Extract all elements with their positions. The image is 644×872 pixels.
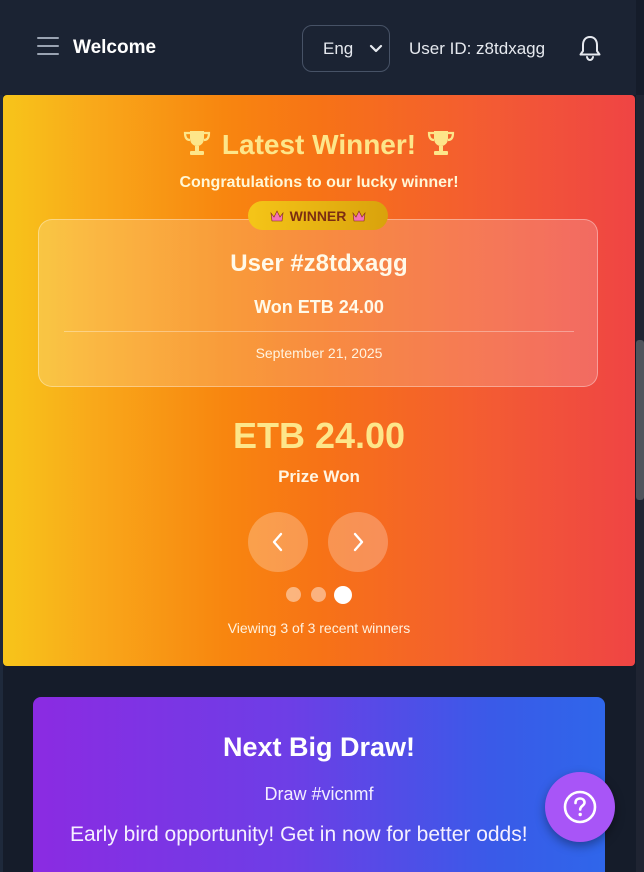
winner-title: Latest Winner!	[221, 129, 417, 160]
carousel-dot-active[interactable]	[334, 586, 352, 604]
carousel-dot[interactable]	[311, 587, 326, 602]
winner-subtitle: Congratulations to our lucky winner!	[179, 174, 459, 191]
crown-icon	[270, 209, 284, 221]
prize-label: Prize Won	[278, 467, 360, 486]
trophy-icon	[428, 131, 455, 155]
top-header: Welcome Eng User ID: z8tdxagg	[0, 0, 636, 95]
winner-badge-label: WINNER	[289, 207, 347, 224]
bell-icon[interactable]	[577, 34, 603, 62]
card-divider	[64, 331, 574, 332]
scrollbar-thumb[interactable]	[636, 340, 644, 500]
trophy-icon	[183, 131, 210, 155]
winner-title-row: Latest Winner!	[3, 128, 635, 161]
next-winner-button[interactable]	[328, 512, 388, 572]
chevron-right-icon	[353, 532, 364, 552]
crown-icon	[352, 209, 366, 221]
winner-amount: Won ETB 24.00	[254, 297, 384, 317]
language-value: Eng	[323, 38, 354, 58]
previous-winner-button[interactable]	[248, 512, 308, 572]
winner-user: User #z8tdxagg	[230, 250, 408, 277]
chevron-down-icon	[369, 44, 383, 53]
help-button[interactable]	[545, 772, 615, 842]
winner-badge: WINNER	[248, 201, 388, 230]
draw-id: Draw #vicnmf	[264, 784, 374, 804]
carousel-dot[interactable]	[286, 587, 301, 602]
prize-amount: ETB 24.00	[232, 415, 406, 456]
user-id-label: User ID: z8tdxagg	[409, 39, 546, 58]
language-select[interactable]: Eng	[302, 25, 390, 72]
draw-message: Early bird opportunity! Get in now for b…	[70, 823, 528, 846]
menu-icon[interactable]	[37, 37, 59, 57]
help-icon	[563, 790, 597, 824]
winner-card: User #z8tdxagg Won ETB 24.00 September 2…	[38, 219, 598, 387]
next-draw-card[interactable]: Next Big Draw! Draw #vicnmf Early bird o…	[33, 697, 605, 872]
header-title: Welcome	[73, 37, 157, 58]
next-draw-title: Next Big Draw!	[222, 732, 416, 762]
carousel-status: Viewing 3 of 3 recent winners	[227, 620, 411, 636]
chevron-left-icon	[272, 532, 283, 552]
winner-date: September 21, 2025	[255, 345, 383, 361]
latest-winner-banner: Latest Winner! Congratulations to our lu…	[3, 95, 635, 666]
